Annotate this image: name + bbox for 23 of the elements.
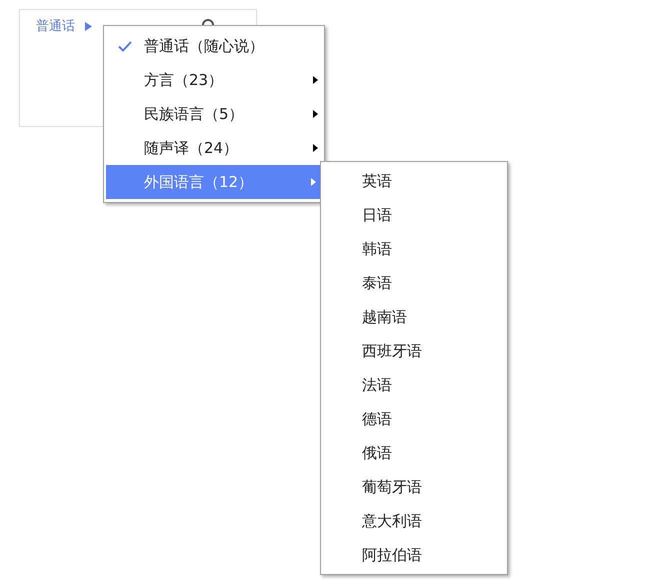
menu-item[interactable]: 俄语 xyxy=(321,436,507,470)
menu-item[interactable]: 方言（23） xyxy=(104,63,324,97)
submenu-arrow-icon xyxy=(313,144,318,152)
menu-item[interactable]: 德语 xyxy=(321,402,507,436)
menu-item[interactable]: 英语 xyxy=(321,164,507,198)
menu-item[interactable]: 西班牙语 xyxy=(321,334,507,368)
submenu-arrow-icon xyxy=(313,76,318,84)
menu-item[interactable]: 泰语 xyxy=(321,266,507,300)
language-link[interactable]: 普通话 xyxy=(36,17,75,35)
menu-item[interactable]: 普通话（随心说） xyxy=(104,29,324,63)
menu-item[interactable]: 日语 xyxy=(321,198,507,232)
menu-item[interactable]: 随声译（24） xyxy=(104,131,324,165)
submenu-arrow-icon xyxy=(313,110,318,118)
menu-item[interactable]: 法语 xyxy=(321,368,507,402)
check-icon xyxy=(118,41,132,52)
menu-item[interactable]: 阿拉伯语 xyxy=(321,538,507,572)
triangle-icon xyxy=(85,22,92,30)
menu-item[interactable]: 越南语 xyxy=(321,300,507,334)
menu-item[interactable]: 韩语 xyxy=(321,232,507,266)
submenu-arrow-icon xyxy=(311,178,316,186)
menu-item[interactable]: 民族语言（5） xyxy=(104,97,324,131)
menu-item[interactable]: 葡萄牙语 xyxy=(321,470,507,504)
menu-item[interactable]: 意大利语 xyxy=(321,504,507,538)
